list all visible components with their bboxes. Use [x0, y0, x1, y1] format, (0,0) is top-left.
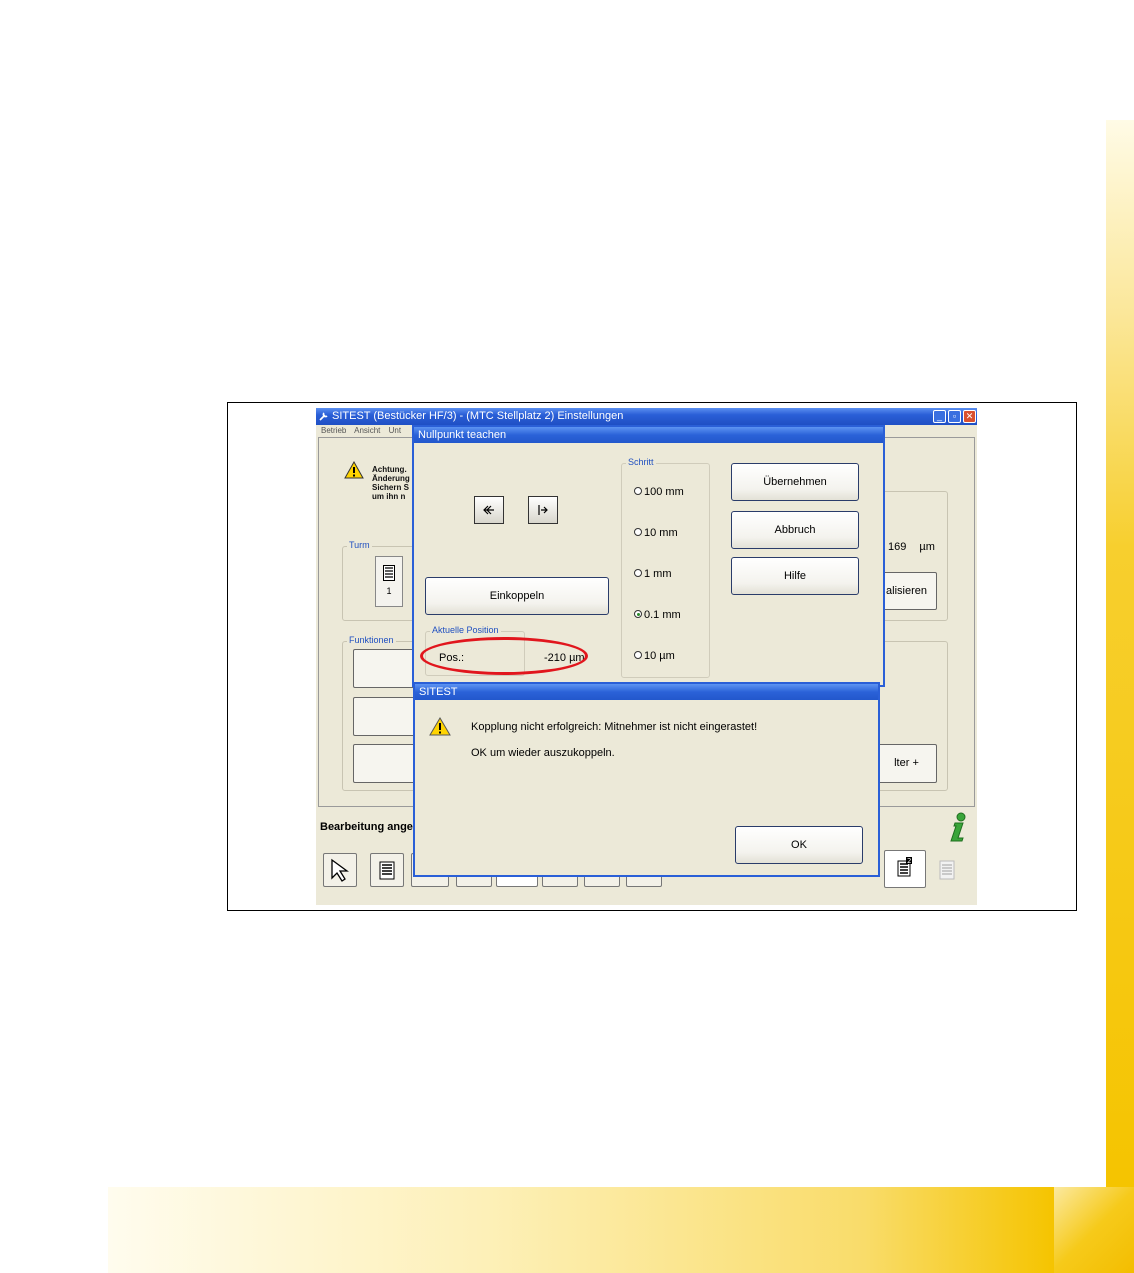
arrow-cursor-icon	[331, 858, 349, 882]
step-label: 10 mm	[644, 527, 678, 539]
warning-icon	[429, 717, 451, 741]
step-option-01mm[interactable]: 0.1 mm	[634, 609, 681, 621]
message-line-2: OK um wieder auszukoppeln.	[471, 747, 615, 759]
funktionen-group-label: Funktionen	[347, 635, 396, 645]
menu-item-unt[interactable]: Unt	[389, 426, 401, 435]
close-button[interactable]: ✕	[963, 410, 976, 423]
radio-button[interactable]	[634, 528, 642, 537]
move-left-button[interactable]	[474, 496, 504, 524]
turm-selector[interactable]: 1	[375, 556, 403, 607]
halter-plus-button[interactable]: lter +	[876, 744, 937, 783]
application-screenshot: SITEST (Bestücker HF/3) - (MTC Stellplat…	[316, 408, 977, 905]
nullpunkt-dialog-title: Nullpunkt teachen	[414, 427, 883, 443]
abbruch-button[interactable]: Abbruch	[731, 511, 859, 549]
minimize-button[interactable]: _	[933, 410, 946, 423]
info-icon[interactable]	[946, 812, 970, 847]
step-label: 100 mm	[644, 486, 684, 498]
funktion-button-1[interactable]	[353, 649, 415, 688]
main-window-titlebar: SITEST (Bestücker HF/3) - (MTC Stellplat…	[316, 408, 977, 425]
magazine-icon	[383, 565, 395, 581]
step-label: 0.1 mm	[644, 609, 681, 621]
menu-item-betrieb[interactable]: Betrieb	[321, 426, 346, 435]
warning-line: Achtung.	[372, 465, 407, 474]
menu-item-ansicht[interactable]: Ansicht	[354, 426, 380, 435]
wrench-icon	[319, 412, 328, 421]
radio-button[interactable]	[634, 487, 642, 496]
list-icon	[379, 861, 395, 880]
schritt-label: Schritt	[626, 457, 656, 467]
funktion-button-2[interactable]	[353, 697, 415, 736]
list-2-tool-button[interactable]: 2	[884, 850, 926, 888]
restore-button[interactable]: ▫	[948, 410, 961, 423]
funktion-button-3[interactable]	[353, 744, 415, 783]
aktuelle-position-label: Aktuelle Position	[430, 625, 501, 635]
step-label: 10 µm	[644, 650, 675, 662]
step-option-1mm[interactable]: 1 mm	[634, 568, 672, 580]
aktualisieren-button[interactable]: alisieren	[876, 572, 937, 610]
step-option-10um[interactable]: 10 µm	[634, 650, 675, 662]
warning-line: Sichern S	[372, 483, 409, 492]
value-number: 169	[888, 541, 907, 553]
radio-button-checked[interactable]	[634, 610, 642, 619]
sitest-dialog-title: SITEST	[415, 684, 878, 700]
value-readout: 169 µm	[888, 541, 935, 553]
warning-icon	[344, 461, 364, 479]
page-decoration-corner	[1054, 1187, 1134, 1273]
warning-line: um ihn n	[372, 492, 406, 501]
einkoppeln-button[interactable]: Einkoppeln	[425, 577, 609, 615]
status-text: Bearbeitung angel	[320, 821, 416, 833]
step-option-100mm[interactable]: 100 mm	[634, 486, 684, 498]
arrow-to-line-icon	[538, 505, 548, 515]
step-label: 1 mm	[644, 568, 672, 580]
cursor-tool-button[interactable]	[323, 853, 357, 887]
schritt-group: Schritt 100 mm 10 mm 1 mm 0.1 mm 10 µm	[621, 457, 710, 678]
turm-group-label: Turm	[347, 540, 372, 550]
value-unit: µm	[919, 541, 935, 553]
page-decoration-bottom	[108, 1187, 1054, 1273]
radio-button[interactable]	[634, 569, 642, 578]
uebernehmen-button[interactable]: Übernehmen	[731, 463, 859, 501]
message-line-1: Kopplung nicht erfolgreich: Mitnehmer is…	[471, 721, 758, 733]
hilfe-button[interactable]: Hilfe	[731, 557, 859, 595]
list-2-icon: 2	[897, 857, 912, 877]
ok-button[interactable]: OK	[735, 826, 863, 864]
highlight-ellipse	[420, 637, 588, 675]
page-decoration-right	[1106, 120, 1134, 1187]
main-window-title: SITEST (Bestücker HF/3) - (MTC Stellplat…	[332, 410, 624, 422]
move-home-button[interactable]	[528, 496, 558, 524]
step-option-10mm[interactable]: 10 mm	[634, 527, 678, 539]
warning-line: Änderung	[372, 474, 410, 483]
sitest-message-dialog: SITEST Kopplung nicht erfolgreich: Mitne…	[413, 682, 880, 877]
turm-number: 1	[386, 586, 392, 596]
list-tool-button[interactable]	[370, 853, 404, 887]
radio-button[interactable]	[634, 651, 642, 660]
arrow-left-icon	[483, 505, 494, 515]
warning-text: Achtung. Änderung Sichern S um ihn n	[372, 465, 410, 501]
svg-text:2: 2	[907, 857, 911, 865]
list-disabled-icon	[936, 858, 958, 887]
